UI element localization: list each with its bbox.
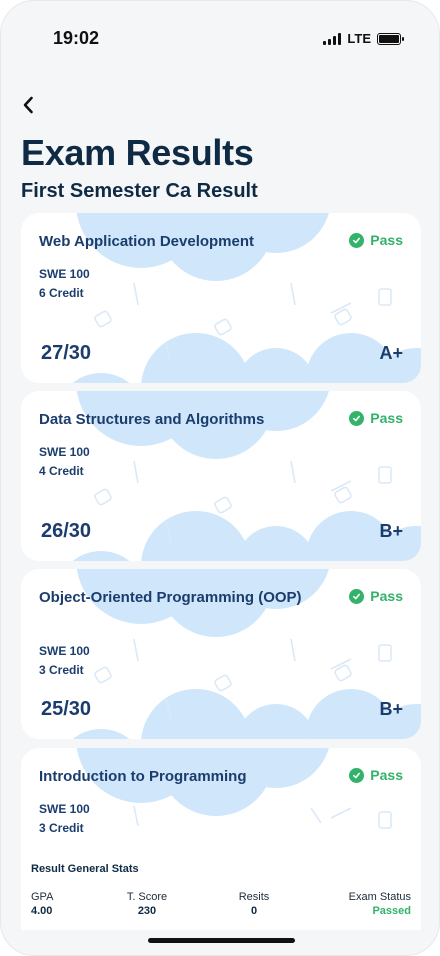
result-card-data-structures-and-algorithms[interactable]: Data Structures and Algorithms Pass SWE …	[21, 391, 421, 561]
battery-icon	[377, 32, 404, 45]
result-card-object-oriented-programming[interactable]: Object-Oriented Programming (OOP) Pass S…	[21, 569, 421, 739]
course-code: SWE 100	[39, 802, 90, 816]
chevron-left-icon	[23, 96, 33, 114]
course-title: Introduction to Programming	[39, 768, 247, 785]
pass-status: Pass	[349, 232, 403, 248]
stats-title: Result General Stats	[31, 863, 139, 875]
status-label: Pass	[370, 588, 403, 604]
page-subtitle: First Semester Ca Result	[21, 180, 258, 202]
status-label: Pass	[370, 767, 403, 783]
pass-status: Pass	[349, 767, 403, 783]
course-score: 26/30	[41, 520, 92, 542]
exam-status-label: Exam Status	[348, 891, 411, 903]
resits-stat: Resits 0	[233, 891, 275, 917]
phone-screen: 19:02 LTE Exam Results First Semester Ca…	[0, 0, 440, 956]
course-credit: 6 Credit	[39, 286, 84, 300]
exam-status-value: Passed	[372, 905, 411, 917]
course-score: 25/30	[41, 698, 92, 720]
course-score: 27/30	[41, 342, 92, 364]
status-label: Pass	[370, 410, 403, 426]
page-title: Exam Results	[21, 132, 254, 173]
pass-status: Pass	[349, 588, 403, 604]
course-grade: A+	[379, 343, 403, 363]
gpa-label: GPA	[31, 891, 54, 903]
resits-label: Resits	[238, 891, 270, 903]
course-title: Object-Oriented Programming (OOP)	[39, 589, 302, 606]
result-general-stats: Result General Stats GPA 4.00 T. Score 2…	[21, 837, 421, 930]
course-credit: 3 Credit	[39, 663, 84, 677]
check-circle-icon	[349, 232, 365, 248]
total-score-value: 230	[137, 905, 157, 917]
total-score-stat: T. Score 230	[121, 891, 173, 917]
course-title: Web Application Development	[39, 233, 255, 250]
home-indicator	[148, 938, 295, 943]
course-grade: B+	[379, 521, 403, 541]
status-bar: 19:02 LTE	[1, 1, 439, 73]
check-circle-icon	[349, 588, 365, 604]
resits-value: 0	[250, 905, 258, 917]
course-code: SWE 100	[39, 267, 90, 281]
exam-status-stat: Exam Status Passed	[349, 891, 411, 917]
gpa-value: 4.00	[31, 905, 53, 917]
course-credit: 3 Credit	[39, 821, 84, 835]
course-title: Data Structures and Algorithms	[39, 411, 265, 428]
course-code: SWE 100	[39, 644, 90, 658]
signal-icon	[323, 32, 342, 45]
status-label: Pass	[370, 232, 403, 248]
result-card-web-application-development[interactable]: Web Application Development Pass SWE 100…	[21, 213, 421, 383]
network-type: LTE	[347, 31, 371, 46]
course-code: SWE 100	[39, 445, 90, 459]
status-indicators: LTE	[323, 31, 404, 46]
back-button[interactable]	[17, 93, 39, 117]
status-time: 19:02	[53, 28, 100, 48]
check-circle-icon	[349, 410, 365, 426]
check-circle-icon	[349, 767, 365, 783]
total-score-label: T. Score	[126, 891, 168, 903]
pass-status: Pass	[349, 410, 403, 426]
course-grade: B+	[379, 699, 403, 719]
gpa-stat: GPA 4.00	[31, 891, 53, 917]
course-credit: 4 Credit	[39, 464, 84, 478]
